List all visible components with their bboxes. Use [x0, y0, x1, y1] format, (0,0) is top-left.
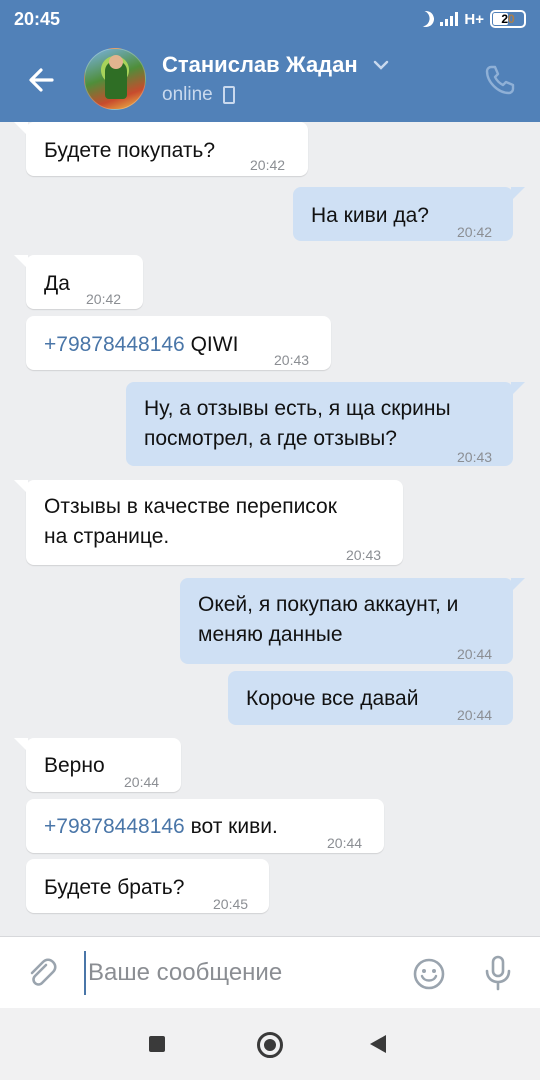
- system-nav-bar: [0, 1008, 540, 1080]
- phone-call-icon[interactable]: [482, 62, 518, 98]
- message-time: 20:44: [327, 835, 363, 851]
- message-text: Будете покупать?: [44, 139, 216, 162]
- mobile-phone-icon: [222, 86, 235, 104]
- avatar[interactable]: [84, 48, 146, 110]
- message-text: на странице.: [44, 525, 170, 548]
- message-time: 20:43: [457, 449, 493, 465]
- status-time: 20:45: [14, 9, 61, 29]
- smile-icon[interactable]: [412, 957, 446, 991]
- status-icons: H+ 20: [418, 8, 526, 30]
- signal-icon: [440, 12, 459, 26]
- battery-icon: 20: [490, 10, 526, 28]
- contact-status: online: [162, 84, 235, 106]
- message-text: Окей, я покупаю аккаунт, и: [198, 593, 459, 616]
- message-time: 20:44: [457, 646, 493, 662]
- message-text-rest: QIWI: [184, 333, 239, 356]
- home-button[interactable]: [257, 1032, 283, 1058]
- phone-link[interactable]: +79878448146: [44, 815, 185, 838]
- message-bubble-incoming[interactable]: Будете брать? 20:45: [26, 859, 269, 913]
- message-time: 20:42: [86, 291, 122, 307]
- paperclip-icon[interactable]: [24, 955, 60, 991]
- message-bubble-outgoing[interactable]: Ну, а отзывы есть, я ща скрины посмотрел…: [126, 382, 525, 466]
- message-bubble-outgoing[interactable]: Короче все давай 20:44: [228, 671, 513, 725]
- message-bubble-incoming[interactable]: +79878448146 вот киви. 20:44: [26, 799, 384, 853]
- message-text: посмотрел, а где отзывы?: [144, 427, 397, 450]
- message-bubble-incoming[interactable]: Отзывы в качестве переписок на странице.…: [14, 480, 403, 565]
- message-text: меняю данные: [198, 623, 343, 646]
- message-bubble-outgoing[interactable]: Окей, я покупаю аккаунт, и меняю данные …: [180, 578, 525, 664]
- phone-link[interactable]: +79878448146: [44, 333, 185, 356]
- message-text: Короче все давай: [246, 687, 419, 710]
- contact-name[interactable]: Станислав Жадан: [162, 52, 358, 78]
- microphone-icon[interactable]: [482, 955, 514, 991]
- chevron-down-icon[interactable]: [372, 56, 390, 74]
- message-time: 20:45: [213, 896, 249, 912]
- message-time: 20:42: [250, 157, 286, 173]
- moon-icon: [416, 9, 437, 30]
- app-header: 20:45 H+ 20 Станислав Жадан online: [0, 0, 540, 122]
- message-bubble-incoming[interactable]: Да 20:42: [14, 255, 143, 309]
- message-text: +79878448146 вот киви.: [44, 812, 278, 842]
- message-text: Отзывы в качестве переписок: [44, 495, 337, 518]
- message-time: 20:42: [457, 224, 493, 240]
- status-bar: 20:45 H+ 20: [0, 0, 540, 38]
- recents-button[interactable]: [149, 1036, 165, 1052]
- message-time: 20:44: [457, 707, 493, 723]
- arrow-left-icon[interactable]: [22, 60, 62, 100]
- back-button[interactable]: [370, 1035, 386, 1053]
- battery-level: 20: [501, 12, 515, 26]
- message-time: 20:43: [346, 547, 382, 563]
- network-type: H+: [464, 10, 484, 28]
- avatar-head: [109, 55, 123, 69]
- status-text: online: [162, 84, 213, 105]
- compose-bar: [0, 936, 540, 1008]
- message-text: +79878448146 QIWI: [44, 330, 238, 360]
- message-time: 20:43: [274, 352, 310, 368]
- message-list[interactable]: Будете покупать? 20:42 На киви да? 20:42…: [0, 122, 540, 936]
- message-bubble-incoming[interactable]: Верно 20:44: [14, 738, 181, 792]
- message-time: 20:44: [124, 774, 160, 790]
- message-text: Будете брать?: [44, 876, 185, 899]
- chat-toolbar: Станислав Жадан online: [0, 38, 540, 122]
- message-text: На киви да?: [311, 204, 429, 227]
- message-bubble-outgoing[interactable]: На киви да? 20:42: [293, 187, 525, 241]
- message-input[interactable]: [84, 951, 384, 995]
- message-text: Да: [44, 272, 70, 295]
- message-text-rest: вот киви.: [184, 815, 278, 838]
- message-text: Ну, а отзывы есть, я ща скрины: [144, 397, 451, 420]
- message-text: Верно: [44, 754, 105, 777]
- message-bubble-incoming[interactable]: Будете покупать? 20:42: [14, 122, 308, 176]
- message-bubble-incoming[interactable]: +79878448146 QIWI 20:43: [26, 316, 331, 370]
